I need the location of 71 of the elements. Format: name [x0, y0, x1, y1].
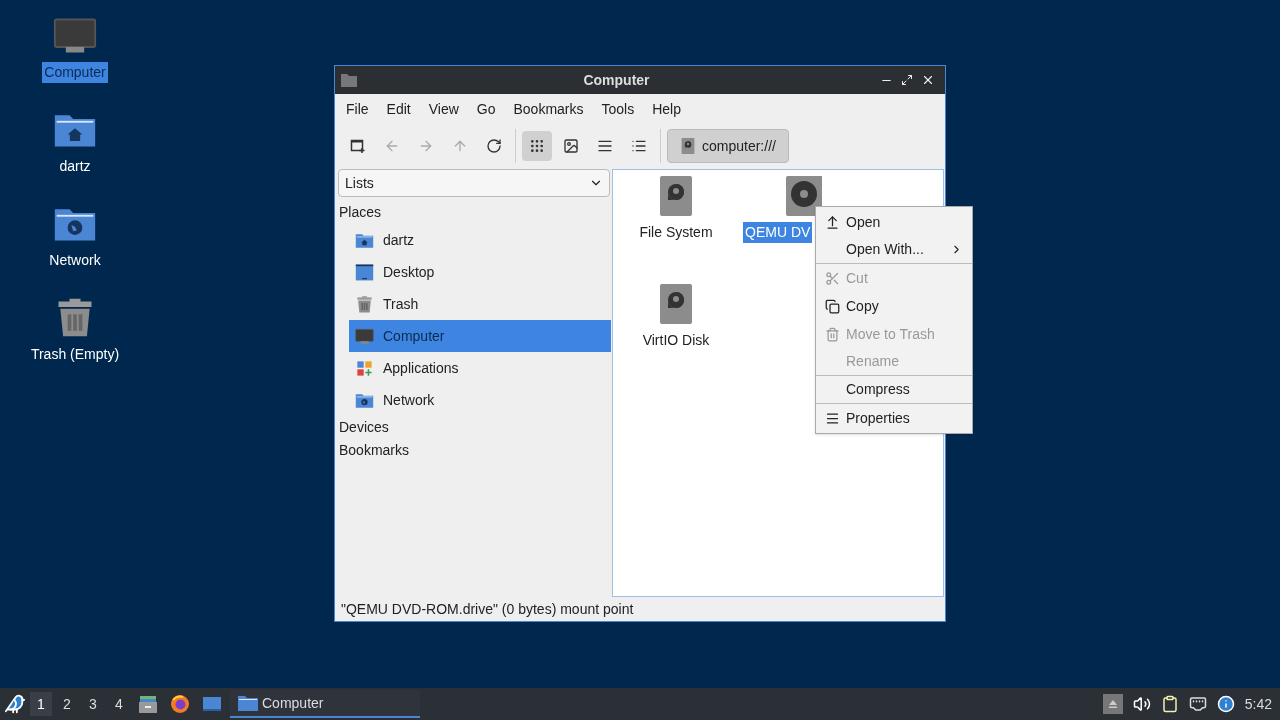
sidebar-item[interactable]: Trash — [349, 288, 611, 320]
new-tab-icon — [350, 138, 366, 154]
file-cabinet-icon[interactable] — [138, 694, 158, 714]
menu-item[interactable]: Help — [643, 98, 690, 120]
workspace-button[interactable]: 1 — [30, 692, 52, 716]
menu-item[interactable]: Go — [467, 98, 505, 120]
grid-icon — [529, 138, 545, 154]
desktop-icon-label[interactable]: dartz — [57, 156, 93, 177]
list-icon — [631, 138, 647, 154]
workspace-button[interactable]: 3 — [82, 692, 104, 716]
clock[interactable]: 5:42 — [1244, 693, 1272, 715]
trash-icon — [355, 294, 374, 314]
task-button[interactable]: Computer — [230, 690, 420, 718]
side-pane-dropdown[interactable]: Lists — [338, 169, 610, 197]
menu-item[interactable]: View — [419, 98, 468, 120]
sidebar-item[interactable]: Desktop — [349, 256, 611, 288]
workspace-button[interactable]: 2 — [56, 692, 78, 716]
upload-icon — [825, 214, 840, 230]
file-item-label[interactable]: File System — [637, 222, 715, 243]
section-header[interactable]: Places — [337, 201, 611, 224]
volume-icon[interactable] — [1132, 695, 1151, 713]
close-icon[interactable] — [921, 73, 935, 87]
context-menu-item[interactable]: Open With... — [816, 236, 972, 264]
apps-icon — [355, 358, 374, 378]
sidebar-item[interactable]: Computer — [349, 320, 611, 352]
trash-icon — [825, 326, 840, 342]
up-icon — [452, 138, 468, 154]
menu-item[interactable]: Bookmarks — [504, 98, 593, 120]
menu-item[interactable]: Edit — [377, 98, 420, 120]
back-icon — [384, 138, 400, 154]
reload-icon — [486, 138, 502, 154]
context-menu-item[interactable]: Properties — [816, 404, 972, 432]
notification-icon[interactable] — [1216, 695, 1235, 713]
image-icon — [563, 138, 579, 154]
status-bar-text: "QEMU DVD-ROM.drive" (0 bytes) mount point — [341, 599, 634, 619]
desktop-icon[interactable] — [202, 694, 222, 714]
sidebar-item[interactable]: dartz — [349, 224, 611, 256]
window-title: Computer — [582, 70, 651, 90]
clipboard-icon[interactable] — [1160, 695, 1179, 713]
workspace-button[interactable]: 4 — [108, 692, 130, 716]
context-menu-item[interactable]: Open — [816, 208, 972, 236]
path-button[interactable]: computer:/// — [667, 129, 789, 163]
menu-item[interactable]: Tools — [592, 98, 644, 120]
sidebar-item[interactable]: Network — [349, 384, 611, 416]
copy-icon — [825, 298, 840, 314]
start-menu-icon[interactable] — [4, 693, 26, 715]
desktop-icon-label[interactable]: Computer — [42, 62, 108, 83]
desktop-icon-label[interactable]: Trash (Empty) — [28, 344, 122, 365]
forward-icon — [418, 138, 434, 154]
section-header[interactable]: Bookmarks — [337, 439, 611, 462]
desktop-icon — [355, 262, 374, 282]
sidebar-item[interactable]: Applications — [349, 352, 611, 384]
ethernet-icon[interactable] — [1188, 695, 1207, 713]
folder-icon — [238, 695, 258, 711]
scissors-icon — [825, 270, 840, 286]
desktop-icon-label[interactable]: Network — [47, 250, 103, 271]
eject-icon — [1107, 699, 1118, 709]
menu-item[interactable]: File — [337, 98, 378, 120]
folder-icon — [341, 73, 357, 87]
toolbar-button[interactable] — [522, 131, 552, 161]
maximize-icon[interactable] — [901, 74, 913, 86]
context-menu-item[interactable]: Copy — [816, 292, 972, 320]
eject-button[interactable] — [1102, 694, 1123, 714]
section-header[interactable]: Devices — [337, 416, 611, 439]
file-item-label[interactable]: QEMU DV — [743, 222, 813, 243]
browser-icon[interactable] — [170, 694, 190, 714]
lines-icon — [597, 138, 613, 154]
monitor-icon — [355, 326, 374, 346]
file-item-label[interactable]: VirtIO Disk — [640, 330, 712, 351]
context-menu-item[interactable]: Compress — [816, 376, 972, 404]
lines-icon — [825, 410, 840, 426]
